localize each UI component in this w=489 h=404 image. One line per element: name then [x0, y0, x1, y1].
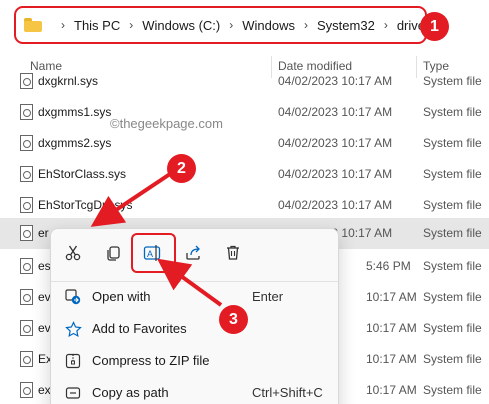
annotation-arrows	[90, 170, 223, 307]
annotation-badge-2: 2	[167, 154, 196, 183]
arrow-to-selected-file	[90, 170, 175, 227]
arrow-to-rename-button	[157, 258, 223, 307]
annotation-badge-3: 3	[219, 305, 248, 334]
